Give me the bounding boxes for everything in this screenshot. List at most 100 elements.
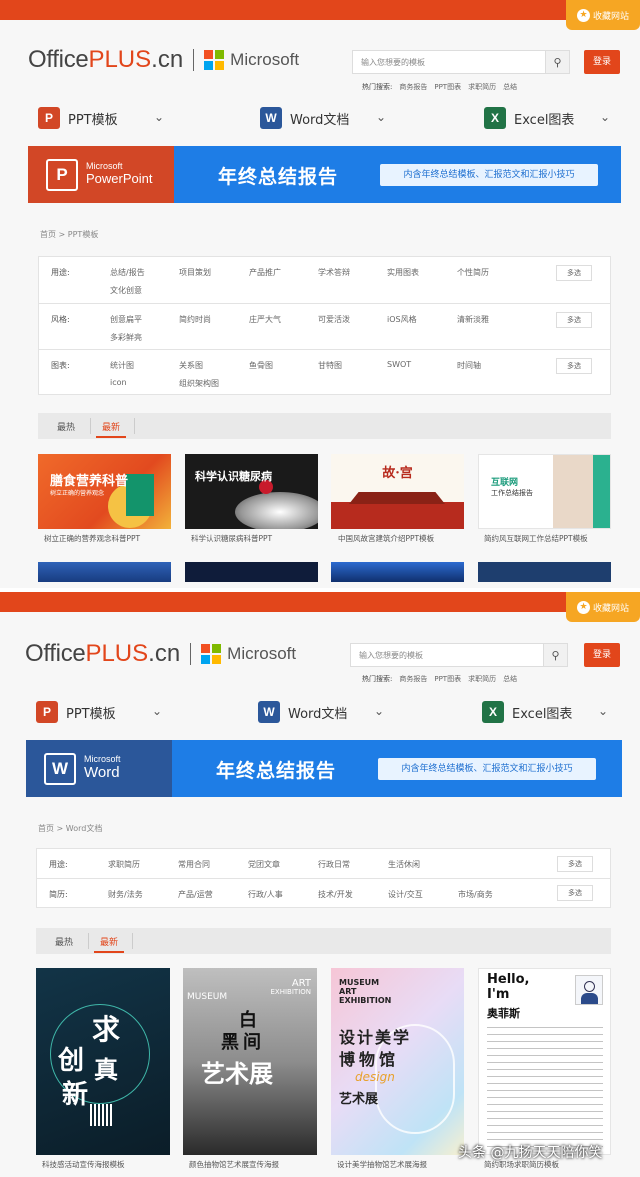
hot-search-item[interactable]: PPT图表: [434, 82, 461, 92]
filter-option[interactable]: 技术/开发: [318, 889, 353, 900]
hot-search-item[interactable]: 商务报告: [399, 674, 427, 684]
search-input[interactable]: 输入您想要的模板: [353, 51, 545, 73]
year-end-report-banner[interactable]: W Microsoft Word 年终总结报告 内含年终总结模板、汇报范文和汇报小…: [26, 740, 622, 797]
hot-search-item[interactable]: 求职简历: [468, 82, 496, 92]
template-card[interactable]: [331, 562, 464, 582]
template-card[interactable]: 膳食营养科普 树立正确的营养观念: [38, 454, 171, 529]
filter-option[interactable]: 学术答辩: [318, 267, 350, 278]
filter-option[interactable]: 统计图: [110, 360, 134, 371]
card-caption[interactable]: 树立正确的营养观念科普PPT: [44, 533, 140, 544]
filter-option[interactable]: 实用图表: [387, 267, 419, 278]
filter-option[interactable]: 时间轴: [457, 360, 481, 371]
filter-option[interactable]: 行政日常: [318, 859, 350, 870]
filter-option[interactable]: 庄严大气: [249, 314, 281, 325]
favorite-site-button[interactable]: ★ 收藏网站: [566, 0, 640, 30]
template-card[interactable]: 求 创 真 新: [36, 968, 170, 1155]
breadcrumb[interactable]: 首页 > Word文档: [38, 823, 102, 834]
filter-option[interactable]: 产品/运营: [178, 889, 213, 900]
filter-option[interactable]: 个性简历: [457, 267, 489, 278]
officeplus-logo[interactable]: Office PLUS .cn Microsoft: [25, 638, 296, 670]
template-card[interactable]: MUSEUM ART EXHIBITION 设计美学 博物馆 design 艺术展: [331, 968, 464, 1155]
filter-option[interactable]: 行政/人事: [248, 889, 283, 900]
card-caption[interactable]: 设计美学抽物馆艺术展海报: [337, 1159, 427, 1170]
filter-option[interactable]: 党团文章: [248, 859, 280, 870]
template-card[interactable]: [185, 562, 318, 582]
officeplus-logo[interactable]: Office PLUS .cn Microsoft: [28, 44, 299, 76]
filter-option[interactable]: 常用合同: [178, 859, 210, 870]
template-card[interactable]: [38, 562, 171, 582]
tab-hottest[interactable]: 最热: [55, 935, 73, 948]
nav-ppt[interactable]: P PPT模板: [36, 700, 116, 724]
hot-search-item[interactable]: PPT图表: [434, 674, 461, 684]
filter-option[interactable]: 市场/商务: [458, 889, 493, 900]
chevron-down-icon[interactable]: ⌄: [376, 110, 386, 124]
filter-option[interactable]: 财务/法务: [108, 889, 143, 900]
filter-option[interactable]: SWOT: [387, 360, 411, 369]
multi-select-button[interactable]: 多选: [556, 312, 592, 328]
filter-option[interactable]: 甘特图: [318, 360, 342, 371]
template-card[interactable]: 互联网 工作总结报告: [478, 454, 611, 529]
chevron-down-icon[interactable]: ⌄: [374, 704, 384, 718]
search-input[interactable]: 输入您想要的模板: [351, 644, 543, 666]
multi-select-button[interactable]: 多选: [557, 885, 593, 901]
filter-option[interactable]: 鱼骨图: [249, 360, 273, 371]
filter-label: 用途:: [51, 268, 70, 277]
template-card[interactable]: ART EXHIBITION MUSEUM 白 黑 间 艺术展: [183, 968, 317, 1155]
nav-word[interactable]: W Word文档: [260, 106, 349, 130]
chevron-down-icon[interactable]: ⌄: [152, 704, 162, 718]
search-button[interactable]: ⚲: [545, 51, 569, 73]
favorite-site-button[interactable]: ★ 收藏网站: [566, 592, 640, 622]
chevron-down-icon[interactable]: ⌄: [598, 704, 608, 718]
template-card[interactable]: 故·宫: [331, 454, 464, 529]
multi-select-button[interactable]: 多选: [556, 358, 592, 374]
card-caption[interactable]: 颜色抽物馆艺术展宣传海报: [189, 1159, 279, 1170]
hot-search-item[interactable]: 总结: [503, 674, 517, 684]
card-caption[interactable]: 科学认识糖尿病科普PPT: [191, 533, 272, 544]
multi-select-button[interactable]: 多选: [556, 265, 592, 281]
chevron-down-icon[interactable]: ⌄: [600, 110, 610, 124]
filter-option[interactable]: 项目策划: [179, 267, 211, 278]
hot-search-item[interactable]: 总结: [503, 82, 517, 92]
card-caption[interactable]: 简约风互联网工作总结PPT模板: [484, 533, 588, 544]
template-card[interactable]: [478, 562, 611, 582]
filter-option[interactable]: 关系图: [179, 360, 203, 371]
filter-option[interactable]: 求职简历: [108, 859, 140, 870]
hot-search-item[interactable]: 商务报告: [399, 82, 427, 92]
filter-option[interactable]: 产品推广: [249, 267, 281, 278]
nav-word[interactable]: W Word文档: [258, 700, 347, 724]
search-icon: ⚲: [553, 55, 562, 69]
avatar-head: [584, 981, 595, 992]
login-button[interactable]: 登录: [584, 50, 620, 74]
filter-option[interactable]: 总结/报告: [110, 267, 145, 278]
template-card[interactable]: 科学认识糖尿病: [185, 454, 318, 529]
filter-option[interactable]: 设计/交互: [388, 889, 423, 900]
nav-excel[interactable]: X Excel图表: [482, 700, 572, 724]
breadcrumb[interactable]: 首页 > PPT模板: [40, 229, 98, 240]
filter-option[interactable]: 可爱活泼: [318, 314, 350, 325]
filter-option[interactable]: 生活休闲: [388, 859, 420, 870]
star-icon: ★: [576, 600, 590, 614]
nav-ppt[interactable]: P PPT模板: [38, 106, 118, 130]
tab-newest[interactable]: 最新: [102, 420, 120, 433]
filter-option[interactable]: 多彩鲜亮: [110, 332, 142, 343]
multi-select-button[interactable]: 多选: [557, 856, 593, 872]
chevron-down-icon[interactable]: ⌄: [154, 110, 164, 124]
template-card[interactable]: Hello, I'm 奥菲斯: [478, 968, 611, 1155]
card-art-word: MUSEUM: [339, 978, 380, 987]
search-button[interactable]: ⚲: [543, 644, 567, 666]
filter-option[interactable]: 创意扁平: [110, 314, 142, 325]
filter-option[interactable]: iOS风格: [387, 314, 417, 325]
card-caption[interactable]: 科技感活动宣传海报模板: [42, 1159, 125, 1170]
filter-option[interactable]: 简约时尚: [179, 314, 211, 325]
year-end-report-banner[interactable]: P Microsoft PowerPoint 年终总结报告 内含年终总结模板、汇报…: [28, 146, 621, 203]
login-button[interactable]: 登录: [584, 643, 620, 667]
filter-option[interactable]: icon: [110, 378, 127, 387]
tab-hottest[interactable]: 最热: [57, 420, 75, 433]
hot-search-item[interactable]: 求职简历: [468, 674, 496, 684]
card-caption[interactable]: 中国风故宫建筑介绍PPT模板: [338, 533, 434, 544]
filter-option[interactable]: 组织架构图: [179, 378, 219, 389]
nav-excel[interactable]: X Excel图表: [484, 106, 574, 130]
filter-option[interactable]: 文化创意: [110, 285, 142, 296]
tab-newest[interactable]: 最新: [100, 935, 118, 948]
filter-option[interactable]: 清新淡雅: [457, 314, 489, 325]
